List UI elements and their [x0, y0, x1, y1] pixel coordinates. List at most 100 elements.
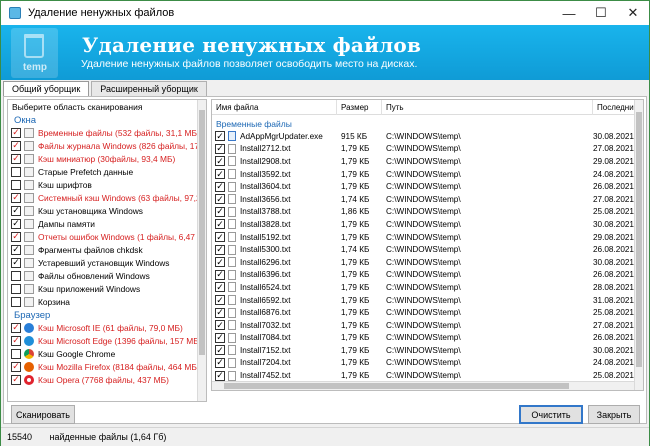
- scan-option-old-installer[interactable]: ✓ Устаревший установщик Windows: [8, 256, 206, 269]
- table-row[interactable]: ✓ Install6524.txt 1,79 КБ C:\WINDOWS\temp\ 2…: [212, 281, 634, 294]
- scan-option-log[interactable]: ✓ Файлы журнала Windows (826 файлы, 171 М…: [8, 139, 206, 152]
- row-checkbox[interactable]: ✓: [215, 370, 225, 381]
- row-checkbox[interactable]: ✓: [215, 357, 225, 368]
- column-last-modified[interactable]: Последний: [593, 100, 634, 115]
- row-checkbox[interactable]: ✓: [215, 206, 225, 217]
- left-scrollbar[interactable]: [197, 100, 206, 401]
- checkbox[interactable]: ✓: [11, 192, 21, 203]
- table-row[interactable]: ✓ Install3604.txt 1,79 КБ C:\WINDOWS\temp\ 2…: [212, 180, 634, 193]
- checkbox[interactable]: [11, 179, 21, 190]
- scan-button[interactable]: Сканировать: [11, 405, 75, 424]
- row-checkbox[interactable]: ✓: [215, 194, 225, 205]
- checkbox[interactable]: ✓: [11, 257, 21, 268]
- table-row[interactable]: ✓ Install2908.txt 1,79 КБ C:\WINDOWS\temp\ 2…: [212, 155, 634, 168]
- scan-option-chrome[interactable]: Кэш Google Chrome: [8, 347, 206, 360]
- close-button[interactable]: Закрыть: [588, 405, 640, 424]
- scan-option-installer[interactable]: ✓ Кэш установщика Windows: [8, 204, 206, 217]
- scan-option-chkdsk[interactable]: ✓ Фрагменты файлов chkdsk: [8, 243, 206, 256]
- table-row[interactable]: ✓ Install7452.txt 1,79 КБ C:\WINDOWS\temp\ 2…: [212, 369, 634, 382]
- scan-option-prefetch[interactable]: Старые Prefetch данные: [8, 165, 206, 178]
- checkbox[interactable]: [11, 166, 21, 177]
- table-row[interactable]: ✓ Install7152.txt 1,79 КБ C:\WINDOWS\temp\ 3…: [212, 344, 634, 357]
- horizontal-scrollbar[interactable]: [212, 381, 634, 390]
- checkbox[interactable]: ✓: [11, 335, 21, 346]
- checkbox[interactable]: ✓: [11, 140, 21, 151]
- row-checkbox[interactable]: ✓: [215, 269, 225, 280]
- scan-option-edge[interactable]: ✓ Кэш Microsoft Edge (1396 файлы, 157 МБ): [8, 334, 206, 347]
- close-window-button[interactable]: ✕: [617, 1, 649, 25]
- checkbox[interactable]: ✓: [11, 205, 21, 216]
- left-scroll-thumb[interactable]: [199, 110, 205, 355]
- checkbox[interactable]: ✓: [11, 374, 21, 385]
- scan-option-apps[interactable]: Кэш приложений Windows: [8, 282, 206, 295]
- checkbox[interactable]: ✓: [11, 322, 21, 333]
- scan-option-recycle-bin[interactable]: Корзина: [8, 295, 206, 308]
- checkbox[interactable]: [11, 283, 21, 294]
- tab-general-cleaner[interactable]: Общий уборщик: [3, 81, 90, 97]
- cell-date: 26.08.2021: [593, 270, 634, 280]
- scan-option-font[interactable]: Кэш шрифтов: [8, 178, 206, 191]
- maximize-button[interactable]: ☐: [585, 1, 617, 25]
- table-row[interactable]: ✓ Install7032.txt 1,79 КБ C:\WINDOWS\temp\ 2…: [212, 319, 634, 332]
- checkbox[interactable]: ✓: [11, 153, 21, 164]
- row-checkbox[interactable]: ✓: [215, 169, 225, 180]
- checkbox[interactable]: [11, 270, 21, 281]
- scan-option-thumbnail[interactable]: ✓ Кэш миниатюр (30файлы, 93,4 МБ): [8, 152, 206, 165]
- row-checkbox[interactable]: ✓: [215, 320, 225, 331]
- clean-button[interactable]: Очистить: [519, 405, 583, 424]
- row-checkbox[interactable]: ✓: [215, 181, 225, 192]
- table-row[interactable]: ✓ Install6296.txt 1,79 КБ C:\WINDOWS\temp\ 3…: [212, 256, 634, 269]
- row-checkbox[interactable]: ✓: [215, 257, 225, 268]
- scan-option-label: Кэш миниатюр (30файлы, 93,4 МБ): [38, 153, 176, 164]
- column-path[interactable]: Путь: [382, 100, 593, 115]
- checkbox[interactable]: ✓: [11, 127, 21, 138]
- table-row[interactable]: ✓ Install3828.txt 1,79 КБ C:\WINDOWS\temp\ 3…: [212, 218, 634, 231]
- checkbox[interactable]: [11, 296, 21, 307]
- row-checkbox[interactable]: ✓: [215, 295, 225, 306]
- row-checkbox[interactable]: ✓: [215, 345, 225, 356]
- row-checkbox[interactable]: ✓: [215, 219, 225, 230]
- table-row[interactable]: ✓ Install7204.txt 1,79 КБ C:\WINDOWS\temp\ 2…: [212, 357, 634, 370]
- right-scrollbar[interactable]: [634, 100, 643, 390]
- table-row[interactable]: ✓ Install5300.txt 1,74 КБ C:\WINDOWS\temp\ 2…: [212, 243, 634, 256]
- table-row[interactable]: ✓ AdAppMgrUpdater.exe 915 КБ C:\WINDOWS\tem…: [212, 130, 634, 143]
- scan-option-update[interactable]: Файлы обновлений Windows: [8, 269, 206, 282]
- scan-option-error-report[interactable]: ✓ Отчеты ошибок Windows (1 файлы, 6,47 КБ…: [8, 230, 206, 243]
- file-name: Install3592.txt: [240, 169, 291, 179]
- table-row[interactable]: ✓ Install6592.txt 1,79 КБ C:\WINDOWS\temp\ 3…: [212, 294, 634, 307]
- table-row[interactable]: ✓ Install2712.txt 1,79 КБ C:\WINDOWS\temp\ 2…: [212, 143, 634, 156]
- checkbox[interactable]: ✓: [11, 361, 21, 372]
- table-row[interactable]: ✓ Install6396.txt 1,79 КБ C:\WINDOWS\temp\ 2…: [212, 269, 634, 282]
- row-checkbox[interactable]: ✓: [215, 131, 225, 142]
- row-checkbox[interactable]: ✓: [215, 232, 225, 243]
- table-row[interactable]: ✓ Install5192.txt 1,79 КБ C:\WINDOWS\temp\ 2…: [212, 231, 634, 244]
- installer-icon: [24, 205, 34, 216]
- scan-option-folder[interactable]: ✓ Временные файлы (532 файлы, 31,1 МБ): [8, 126, 206, 139]
- checkbox[interactable]: [11, 348, 21, 359]
- scan-option-ie[interactable]: ✓ Кэш Microsoft IE (61 файлы, 79,0 МБ): [8, 321, 206, 334]
- right-scroll-thumb[interactable]: [636, 112, 642, 367]
- scan-option-system[interactable]: ✓ Системный кэш Windows (63 файлы, 97,2 К…: [8, 191, 206, 204]
- horizontal-scroll-thumb[interactable]: [224, 383, 569, 389]
- scan-option-dump[interactable]: ✓ Дампы памяти: [8, 217, 206, 230]
- row-checkbox[interactable]: ✓: [215, 282, 225, 293]
- row-checkbox[interactable]: ✓: [215, 332, 225, 343]
- row-checkbox[interactable]: ✓: [215, 307, 225, 318]
- column-filename[interactable]: Имя файла: [212, 100, 337, 115]
- checkbox[interactable]: ✓: [11, 244, 21, 255]
- table-row[interactable]: ✓ Install3656.txt 1,74 КБ C:\WINDOWS\temp\ 2…: [212, 193, 634, 206]
- row-checkbox[interactable]: ✓: [215, 143, 225, 154]
- row-checkbox[interactable]: ✓: [215, 244, 225, 255]
- tab-advanced-cleaner[interactable]: Расширенный уборщик: [91, 81, 207, 96]
- scan-option-opera[interactable]: ✓ Кэш Opera (7768 файлы, 437 МБ): [8, 373, 206, 386]
- scan-option-firefox[interactable]: ✓ Кэш Mozilla Firefox (8184 файлы, 464 МБ…: [8, 360, 206, 373]
- table-row[interactable]: ✓ Install3788.txt 1,86 КБ C:\WINDOWS\temp\ 2…: [212, 206, 634, 219]
- table-row[interactable]: ✓ Install7084.txt 1,79 КБ C:\WINDOWS\temp\ 2…: [212, 332, 634, 345]
- checkbox[interactable]: ✓: [11, 218, 21, 229]
- column-size[interactable]: Размер: [337, 100, 382, 115]
- row-checkbox[interactable]: ✓: [215, 156, 225, 167]
- table-row[interactable]: ✓ Install3592.txt 1,79 КБ C:\WINDOWS\temp\ 2…: [212, 168, 634, 181]
- minimize-button[interactable]: —: [553, 1, 585, 25]
- table-row[interactable]: ✓ Install6876.txt 1,79 КБ C:\WINDOWS\temp\ 2…: [212, 306, 634, 319]
- checkbox[interactable]: ✓: [11, 231, 21, 242]
